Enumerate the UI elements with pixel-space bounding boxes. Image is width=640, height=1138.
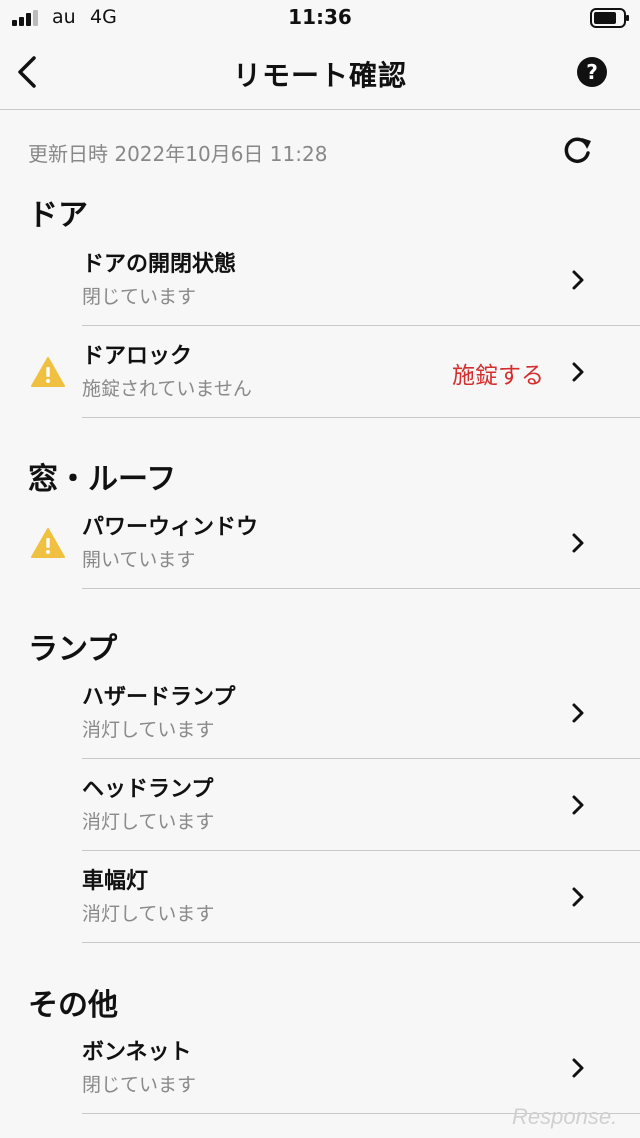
chevron-right-icon: [572, 533, 584, 553]
item-status: 閉じています: [82, 286, 197, 308]
warning-icon: [31, 357, 65, 387]
chevron-right-icon: [572, 270, 584, 290]
section-title-lamp: ランプ: [28, 632, 118, 667]
status-bar: au 4G 11:36: [0, 0, 640, 36]
refresh-icon[interactable]: [560, 134, 594, 168]
item-status: 消灯しています: [82, 811, 215, 833]
list-item-hazard-lamp[interactable]: ハザードランプ 消灯しています: [0, 667, 640, 759]
watermark: Response.: [512, 1104, 618, 1129]
list-item-bonnet[interactable]: ボンネット 閉じています: [0, 1022, 640, 1114]
item-title: ハザードランプ: [82, 685, 236, 710]
list-item-side-lamp[interactable]: 車幅灯 消灯しています: [0, 851, 640, 943]
section-title-door: ドア: [28, 198, 88, 233]
chevron-right-icon: [572, 362, 584, 382]
item-status: 施錠されていません: [82, 378, 252, 400]
list-item-head-lamp[interactable]: ヘッドランプ 消灯しています: [0, 759, 640, 851]
help-icon[interactable]: ?: [576, 56, 608, 88]
section-title-window: 窓・ルーフ: [28, 462, 177, 497]
item-status: 消灯しています: [82, 719, 215, 741]
item-status: 開いています: [82, 549, 196, 571]
battery-icon: [590, 8, 629, 28]
item-title: ドアロック: [82, 344, 193, 369]
item-title: ヘッドランプ: [82, 777, 214, 802]
item-title: ボンネット: [82, 1040, 192, 1065]
nav-bar: リモート確認 ?: [0, 36, 640, 110]
svg-text:?: ?: [586, 60, 598, 84]
divider: [82, 942, 640, 943]
item-status: 閉じています: [82, 1074, 197, 1096]
chevron-right-icon: [572, 703, 584, 723]
chevron-right-icon: [572, 887, 584, 907]
item-title: 車幅灯: [82, 869, 149, 894]
list-item-door-open-state[interactable]: ドアの開閉状態 閉じています: [0, 234, 640, 326]
lock-action-button[interactable]: 施錠する: [452, 356, 544, 390]
item-title: ドアの開閉状態: [82, 252, 237, 277]
list-item-door-lock[interactable]: ドアロック 施錠されていません 施錠する: [0, 326, 640, 418]
page-title: リモート確認: [232, 59, 407, 92]
divider: [82, 588, 640, 589]
status-time: 11:36: [288, 5, 352, 29]
item-title: パワーウィンドウ: [82, 515, 259, 540]
section-title-other: その他: [28, 988, 118, 1023]
warning-icon: [31, 528, 65, 558]
chevron-right-icon: [572, 1058, 584, 1078]
list-item-power-window[interactable]: パワーウィンドウ 開いています: [0, 497, 640, 589]
divider: [82, 417, 640, 418]
last-updated-label: 更新日時 2022年10月6日 11:28: [28, 142, 328, 166]
item-status: 消灯しています: [82, 903, 215, 925]
chevron-right-icon: [572, 795, 584, 815]
